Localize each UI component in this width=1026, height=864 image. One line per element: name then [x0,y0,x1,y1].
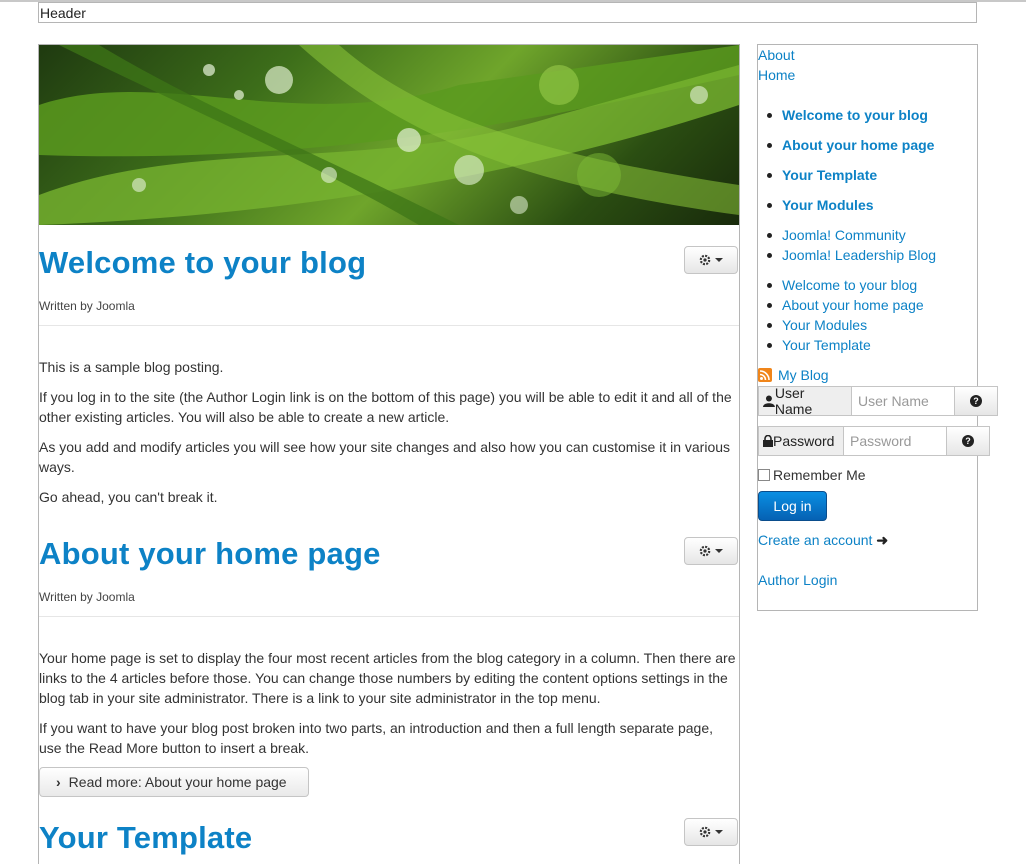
article-paragraph: If you log in to the site (the Author Lo… [39,389,732,425]
sidebar: About Home Welcome to your blog About yo… [757,44,998,611]
remember-me: Remember Me [758,467,866,483]
menu-item[interactable]: Welcome to your blog [766,105,934,135]
external-links: Joomla! Community Joomla! Leadership Blo… [766,225,936,265]
password-label: Password [773,433,835,449]
user-icon [763,395,775,407]
read-more-label: Read more: About your home page [68,774,287,790]
divider [39,325,739,326]
chevron-right-icon: › [56,774,61,790]
rss-label: My Blog [778,367,829,383]
featured-menu: Welcome to your blog About your home pag… [766,105,934,225]
article-paragraph: Your home page is set to display the fou… [39,650,736,706]
username-row: User Name User Name ? [758,385,998,417]
gear-icon [699,826,711,838]
article-link[interactable]: Welcome to your blog [767,275,924,295]
remember-label: Remember Me [773,467,866,483]
chevron-down-icon [715,830,723,834]
article-paragraph: As you add and modify articles you will … [39,439,731,475]
external-link[interactable]: Joomla! Leadership Blog [766,245,936,265]
article-paragraph: If you want to have your blog post broke… [39,720,713,756]
username-help-button[interactable]: ? [955,386,998,416]
question-icon: ? [970,395,982,407]
article-paragraph: Go ahead, you can't break it. [39,489,218,505]
rss-link[interactable]: My Blog [758,365,829,385]
article-byline: Written by Joomla [39,590,135,604]
article-byline: Written by Joomla [39,299,135,313]
chevron-down-icon [715,549,723,553]
create-account-label: Create an account [758,532,873,548]
article-links: Welcome to your blog About your home pag… [767,275,924,355]
article-title[interactable]: Your Template [39,820,252,856]
sidebar-link-about[interactable]: About [758,45,795,65]
remember-checkbox[interactable] [758,469,770,481]
gear-icon [699,254,711,266]
read-more-button[interactable]: › Read more: About your home page [39,767,309,797]
author-login-link[interactable]: Author Login [758,570,837,590]
menu-item[interactable]: About your home page [766,135,934,165]
external-link[interactable]: Joomla! Community [766,225,936,245]
question-icon: ? [962,435,974,447]
banner-image [39,45,739,225]
username-input[interactable]: User Name [852,386,955,416]
article-tools-button[interactable] [684,246,738,274]
sidebar-link-home[interactable]: Home [758,65,795,85]
create-account-link[interactable]: Create an account ➜ [758,530,888,550]
password-placeholder: Password [850,433,912,449]
header: Header [38,2,977,23]
arrow-right-icon: ➜ [876,532,889,548]
article-tools-button[interactable] [684,537,738,565]
login-button-label: Log in [773,498,812,514]
login-button[interactable]: Log in [758,491,827,521]
article-title[interactable]: Welcome to your blog [39,245,366,281]
password-help-button[interactable]: ? [947,426,990,456]
rss-icon [758,368,772,382]
menu-item[interactable]: Your Modules [766,195,934,225]
article-link[interactable]: Your Template [767,335,924,355]
username-addon: User Name [758,385,852,417]
username-label: User Name [774,385,813,417]
article-title[interactable]: About your home page [39,536,381,572]
divider [39,616,739,617]
password-row: Password Password ? [758,426,990,456]
article-link[interactable]: About your home page [767,295,924,315]
password-input[interactable]: Password [844,426,947,456]
article-tools-button[interactable] [684,818,738,846]
username-placeholder: User Name [858,393,929,409]
header-label: Header [40,5,86,21]
main-content: Welcome to your blog Written by Joomla T… [38,44,740,864]
menu-item[interactable]: Your Template [766,165,934,195]
gear-icon [699,545,711,557]
article-paragraph: This is a sample blog posting. [39,359,224,375]
password-addon: Password [758,426,844,456]
lock-icon [763,435,773,447]
article-link[interactable]: Your Modules [767,315,924,335]
chevron-down-icon [715,258,723,262]
